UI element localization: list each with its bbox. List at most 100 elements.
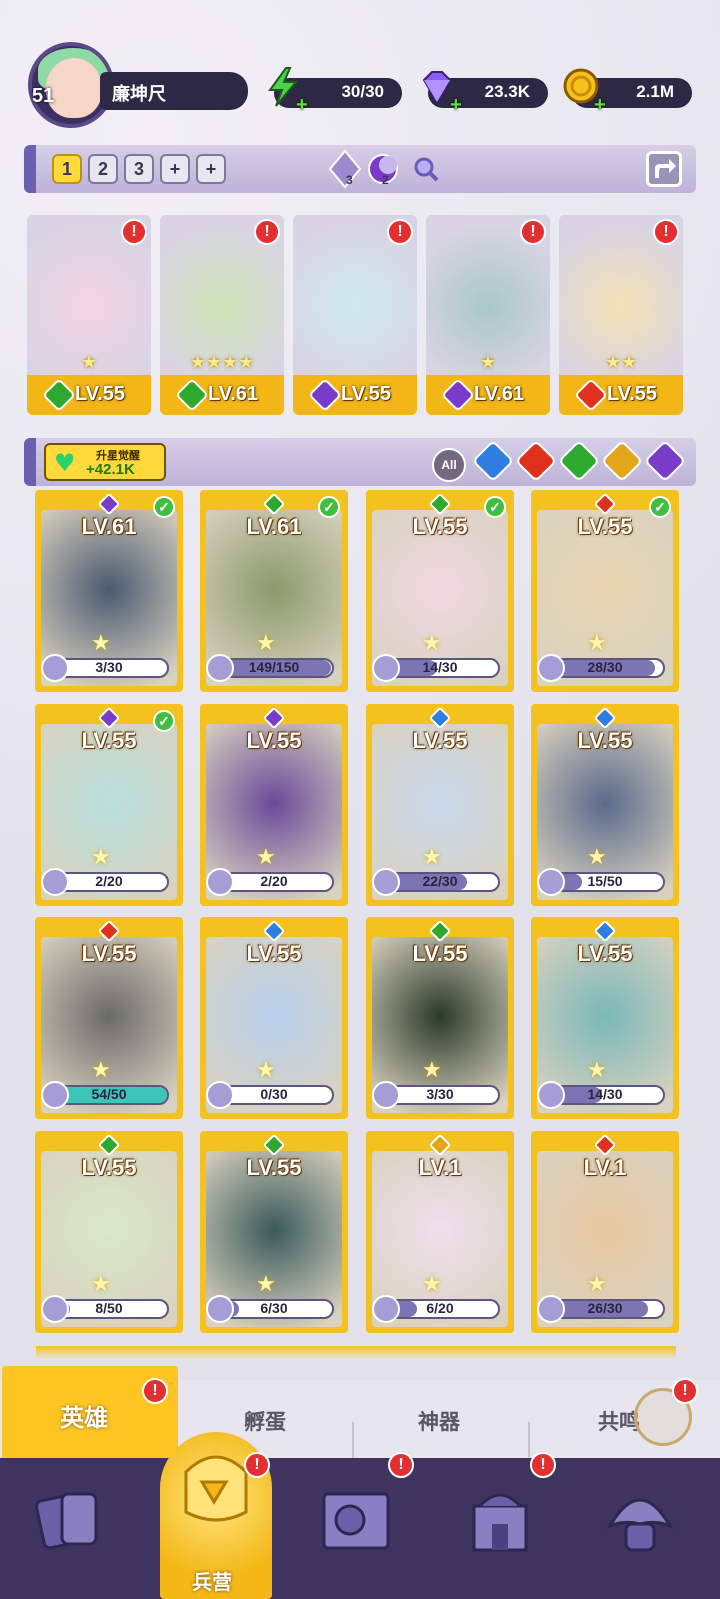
star-icon: ★ xyxy=(91,845,111,870)
shard-icon xyxy=(372,868,400,896)
hero-card[interactable]: LV.55 ★ 2/20 xyxy=(200,704,348,906)
gems-value: 23.3K xyxy=(484,82,530,101)
tab-artifact[interactable]: 神器 xyxy=(418,1406,460,1436)
castle-alert-badge: ! xyxy=(530,1452,556,1478)
owned-check-icon: ✓ xyxy=(484,496,506,518)
team-hero-card[interactable]: ★★ LV.55! xyxy=(559,215,683,415)
shard-icon xyxy=(206,1081,234,1109)
tab-hatch[interactable]: 孵蛋 xyxy=(244,1406,286,1436)
hero-level: LV.61 xyxy=(474,383,525,405)
shard-icon xyxy=(41,1081,69,1109)
hero-level: LV.55 xyxy=(81,728,137,753)
hero-stars: ★★★★ xyxy=(189,352,255,373)
alert-badge: ! xyxy=(254,219,280,245)
hero-card[interactable]: LV.61 ★ 3/30 ✓ xyxy=(35,490,183,692)
team-hero-card[interactable]: ★ LV.61! xyxy=(426,215,550,415)
gold-resource[interactable]: + 2.1M xyxy=(563,68,692,116)
hero-card[interactable]: LV.55 ★ 2/20 ✓ xyxy=(35,704,183,906)
nav-cards[interactable] xyxy=(30,1480,110,1570)
alert-badge: ! xyxy=(387,219,413,245)
filter-all-button[interactable]: All xyxy=(432,448,466,482)
hero-level: LV.55 xyxy=(412,728,468,753)
nav-adventure[interactable] xyxy=(316,1480,396,1570)
hero-stars: ★ xyxy=(479,352,497,373)
magnifier-icon[interactable] xyxy=(412,155,440,183)
hero-card[interactable]: LV.55 ★ 8/50 xyxy=(35,1131,183,1333)
star-icon: ★ xyxy=(422,1058,442,1083)
team-hero-card[interactable]: ★★★★ LV.61! xyxy=(160,215,284,415)
shard-icon xyxy=(537,1295,565,1323)
crystal-icon[interactable] xyxy=(326,149,364,189)
hero-card[interactable]: LV.55 ★ 22/30 xyxy=(366,704,514,906)
hero-level: LV.61 xyxy=(81,514,137,539)
hero-level: LV.55 xyxy=(412,514,468,539)
crystal-count: 3 xyxy=(346,173,353,187)
bar-stripe xyxy=(24,438,36,486)
hero-level: LV.55 xyxy=(577,941,633,966)
hero-level: LV.55 xyxy=(577,728,633,753)
add-team-tab-button[interactable]: + xyxy=(160,154,190,184)
star-icon: ★ xyxy=(587,845,607,870)
shard-icon xyxy=(41,868,69,896)
add-team-tab-button-2[interactable]: + xyxy=(196,154,226,184)
team-hero-card[interactable]: LV.55! xyxy=(293,215,417,415)
owned-check-icon: ✓ xyxy=(318,496,340,518)
hero-card[interactable]: LV.61 ★ 149/150 ✓ xyxy=(200,490,348,692)
hero-level: LV.55 xyxy=(246,1155,302,1180)
energy-resource[interactable]: + 30/30 xyxy=(268,67,402,116)
shard-icon xyxy=(206,654,234,682)
bar-stripe xyxy=(24,145,36,193)
owned-check-icon: ✓ xyxy=(649,496,671,518)
hero-level: LV.55 xyxy=(412,941,468,966)
awaken-button[interactable]: ♥ 升星觉醒 +42.1K xyxy=(44,443,166,481)
hero-level: LV.55 xyxy=(81,1155,137,1180)
hero-level: LV.55 xyxy=(75,383,126,405)
hero-card[interactable]: LV.55 ★ 6/30 xyxy=(200,1131,348,1333)
castle-icon xyxy=(472,1493,528,1552)
cards-icon xyxy=(34,1492,98,1550)
add-gold-icon[interactable]: + xyxy=(594,94,606,117)
top-bar: 51 廉坤尺 + 30/30 + 23.3K + 2.1M xyxy=(0,38,720,128)
hero-level: LV.1 xyxy=(418,1155,462,1180)
hero-card[interactable]: LV.1 ★ 26/30 xyxy=(531,1131,679,1333)
heart-icon: ♥ xyxy=(54,449,76,477)
shard-icon xyxy=(537,654,565,682)
alert-badge: ! xyxy=(653,219,679,245)
owned-check-icon: ✓ xyxy=(153,496,175,518)
team-tab-2[interactable]: 2 xyxy=(88,154,118,184)
shard-icon xyxy=(206,1295,234,1323)
team-tab-1[interactable]: 1 xyxy=(52,154,82,184)
nav-castle[interactable] xyxy=(460,1480,540,1570)
shard-icon xyxy=(372,1081,400,1109)
hero-stars: ★ xyxy=(80,352,98,373)
nav-guild[interactable] xyxy=(600,1480,680,1570)
tab-divider xyxy=(528,1422,530,1462)
team-hero-card[interactable]: ★ LV.55! xyxy=(27,215,151,415)
shard-icon xyxy=(41,654,69,682)
star-icon: ★ xyxy=(256,631,276,656)
team-select-bar: 1 2 3 + + 3 2 xyxy=(24,145,696,193)
hero-level: LV.55 xyxy=(341,383,392,405)
hero-card[interactable]: LV.55 ★ 54/50 xyxy=(35,917,183,1119)
share-icon xyxy=(655,159,676,178)
moon-count: 2 xyxy=(382,173,389,187)
team-tab-3[interactable]: 3 xyxy=(124,154,154,184)
hero-card[interactable]: LV.55 ★ 14/30 ✓ xyxy=(366,490,514,692)
shard-icon xyxy=(372,1295,400,1323)
hero-card[interactable]: LV.55 ★ 0/30 xyxy=(200,917,348,1119)
owned-check-icon: ✓ xyxy=(153,710,175,732)
hero-card[interactable]: LV.55 ★ 14/30 xyxy=(531,917,679,1119)
hero-card[interactable]: LV.55 ★ 28/30 ✓ xyxy=(531,490,679,692)
shard-icon xyxy=(41,1295,69,1323)
gems-resource[interactable]: + 23.3K xyxy=(422,71,548,116)
shard-icon xyxy=(372,654,400,682)
alert-badge: ! xyxy=(520,219,546,245)
add-energy-icon[interactable]: + xyxy=(296,94,308,117)
resonance-alert-badge: ! xyxy=(672,1378,698,1404)
share-button[interactable] xyxy=(646,151,682,187)
hero-card[interactable]: LV.55 ★ 3/30 xyxy=(366,917,514,1119)
add-gems-icon[interactable]: + xyxy=(450,94,462,117)
hero-card[interactable]: LV.55 ★ 15/50 xyxy=(531,704,679,906)
hero-level: LV.55 xyxy=(607,383,658,405)
hero-card[interactable]: LV.1 ★ 6/20 xyxy=(366,1131,514,1333)
